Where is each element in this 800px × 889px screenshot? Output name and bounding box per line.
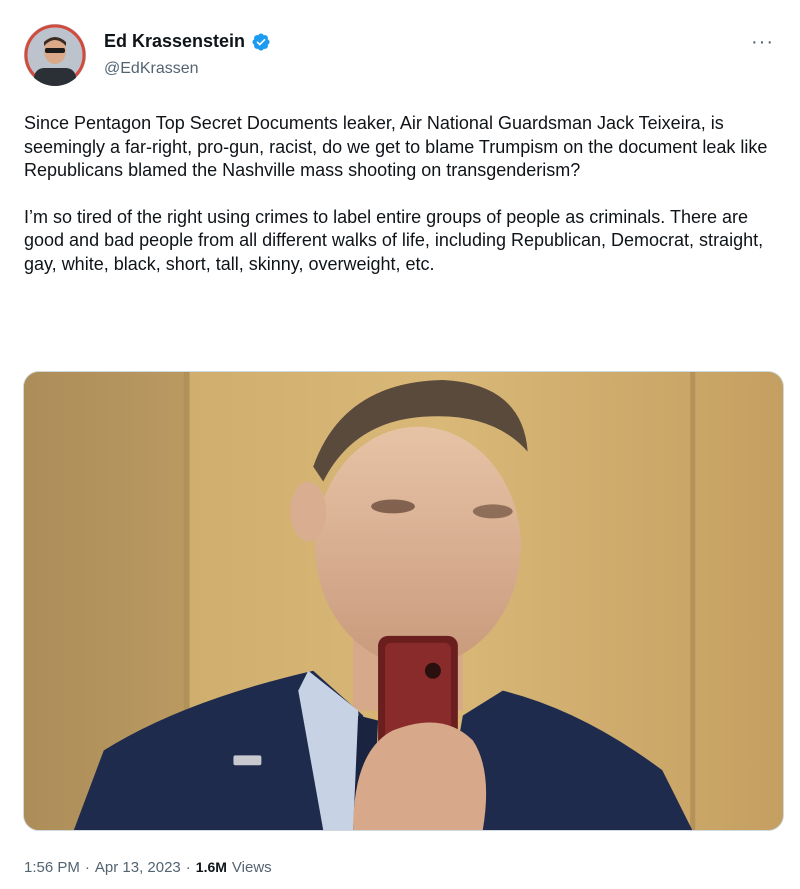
- meta-separator: ·: [185, 859, 191, 876]
- more-options-icon[interactable]: ···: [751, 32, 774, 52]
- views-count: 1.6M: [195, 859, 227, 875]
- tweet-meta: 1:56 PM · Apr 13, 2023 · 1.6M Views: [24, 859, 272, 876]
- photo-image: [24, 372, 783, 830]
- tweet-text: Since Pentagon Top Secret Documents leak…: [24, 112, 784, 276]
- user-handle[interactable]: @EdKrassen: [104, 60, 199, 78]
- tweet-date[interactable]: Apr 13, 2023: [95, 859, 181, 876]
- tweet-time[interactable]: 1:56 PM: [24, 859, 80, 876]
- user-avatar[interactable]: [24, 24, 86, 86]
- tweet-paragraph-2: I’m so tired of the right using crimes t…: [24, 206, 764, 274]
- tweet-paragraph-1: Since Pentagon Top Secret Documents leak…: [24, 113, 768, 180]
- views-label: Views: [231, 859, 272, 876]
- meta-separator: ·: [84, 859, 90, 876]
- display-name[interactable]: Ed Krassenstein: [104, 31, 245, 52]
- name-row: Ed Krassenstein: [104, 31, 271, 52]
- avatar-image: [24, 24, 86, 86]
- verified-badge-icon: [251, 32, 271, 52]
- tweet-photo[interactable]: [23, 371, 784, 831]
- tweet-card: Ed Krassenstein @EdKrassen ··· Since Pen…: [0, 0, 800, 889]
